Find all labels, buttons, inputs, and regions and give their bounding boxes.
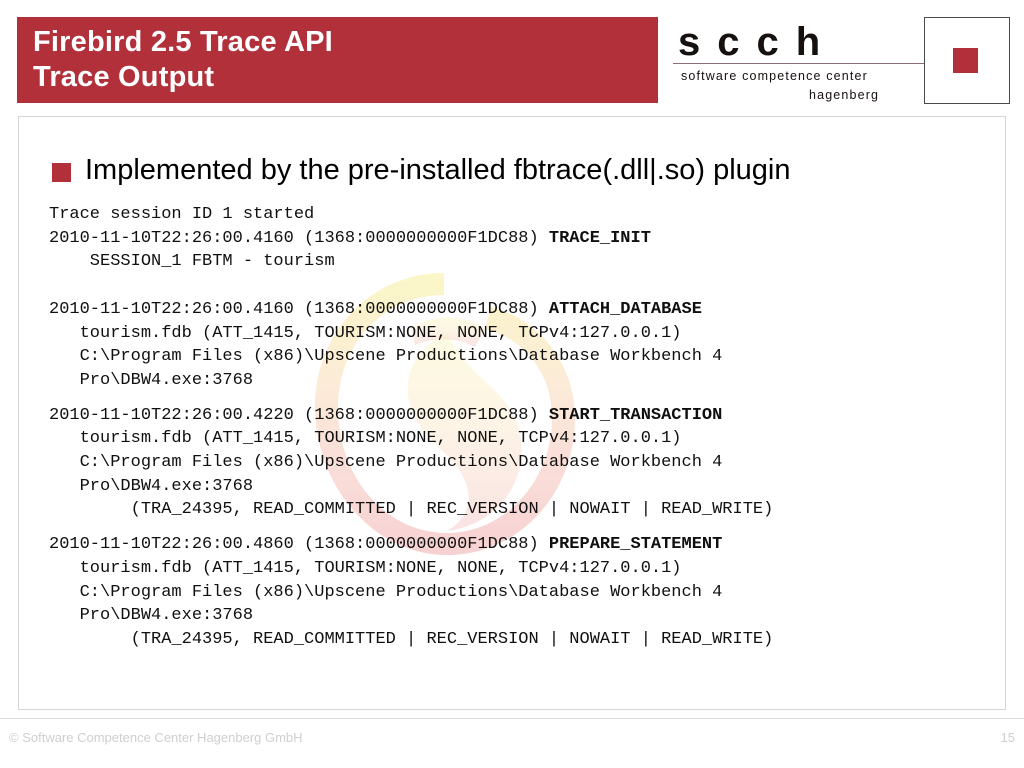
trace-line: (TRA_24395, READ_COMMITTED | REC_VERSION… xyxy=(49,500,774,520)
scch-wordmark: scch xyxy=(678,20,838,64)
bullet-square-icon xyxy=(52,162,71,182)
slide-title-line-1: Firebird 2.5 Trace API xyxy=(33,26,333,58)
trace-line: tourism.fdb (ATT_1415, TOURISM:NONE, NON… xyxy=(49,429,682,449)
trace-line: Trace session ID 1 started xyxy=(49,205,315,224)
trace-line: Pro\DBW4.exe:3768 xyxy=(49,370,254,390)
logo-subtitle-line-2: hagenberg xyxy=(809,88,880,102)
logo-horizontal-rule xyxy=(673,63,926,64)
trace-block: 2010-11-10T22:26:00.4160 (1368:000000000… xyxy=(49,298,989,393)
footer-divider xyxy=(0,718,1024,719)
slide-title-line-2: Trace Output xyxy=(33,61,215,93)
trace-event-name: PREPARE_STATEMENT xyxy=(548,535,723,555)
trace-block-spacer xyxy=(49,274,989,298)
trace-event-name: START_TRANSACTION xyxy=(548,405,723,425)
trace-block-spacer xyxy=(49,393,989,404)
trace-block: 2010-11-10T22:26:00.4220 (1368:000000000… xyxy=(49,404,989,523)
trace-line: 2010-11-10T22:26:00.4860 (1368:000000000… xyxy=(49,535,723,555)
trace-line: C:\Program Files (x86)\Upscene Productio… xyxy=(49,453,723,473)
trace-line: 2010-11-10T22:26:00.4160 (1368:000000000… xyxy=(49,299,702,319)
trace-line: Pro\DBW4.exe:3768 xyxy=(49,606,254,626)
slide-content-frame: Implemented by the pre-installed fbtrace… xyxy=(18,116,1006,710)
trace-line: Pro\DBW4.exe:3768 xyxy=(49,476,254,496)
trace-line: C:\Program Files (x86)\Upscene Productio… xyxy=(49,582,723,602)
footer-copyright: © Software Competence Center Hagenberg G… xyxy=(9,730,303,745)
bullet-heading-text: Implemented by the pre-installed fbtrace… xyxy=(85,154,791,186)
slide-title-bar: Firebird 2.5 Trace API Trace Output xyxy=(17,17,658,103)
trace-line: tourism.fdb (ATT_1415, TOURISM:NONE, NON… xyxy=(49,558,682,578)
scch-logo: scch software competence center hagenber… xyxy=(668,14,1016,106)
bullet-heading-row: Implemented by the pre-installed fbtrace… xyxy=(52,153,791,187)
trace-line: 2010-11-10T22:26:00.4160 (1368:000000000… xyxy=(49,228,651,248)
trace-line: 2010-11-10T22:26:00.4220 (1368:000000000… xyxy=(49,405,723,425)
trace-event-name: TRACE_INIT xyxy=(548,228,651,248)
trace-line: SESSION_1 FBTM - tourism xyxy=(49,252,335,272)
trace-block: 2010-11-10T22:26:00.4860 (1368:000000000… xyxy=(49,533,989,652)
trace-line: tourism.fdb (ATT_1415, TOURISM:NONE, NON… xyxy=(49,323,682,343)
trace-line: C:\Program Files (x86)\Upscene Productio… xyxy=(49,347,723,367)
logo-subtitle-line-1: software competence center xyxy=(681,69,868,83)
slide-root: Firebird 2.5 Trace API Trace Output scch… xyxy=(0,0,1024,768)
logo-red-dot-icon xyxy=(953,48,978,73)
footer-page-number: 15 xyxy=(1000,730,1015,745)
trace-line: (TRA_24395, READ_COMMITTED | REC_VERSION… xyxy=(49,629,774,649)
trace-output-text: Trace session ID 1 started 2010-11-10T22:… xyxy=(49,203,989,652)
trace-event-name: ATTACH_DATABASE xyxy=(548,299,702,319)
logo-square-frame xyxy=(924,17,1010,104)
trace-block: Trace session ID 1 started 2010-11-10T22:… xyxy=(49,203,989,274)
trace-block-spacer xyxy=(49,522,989,533)
